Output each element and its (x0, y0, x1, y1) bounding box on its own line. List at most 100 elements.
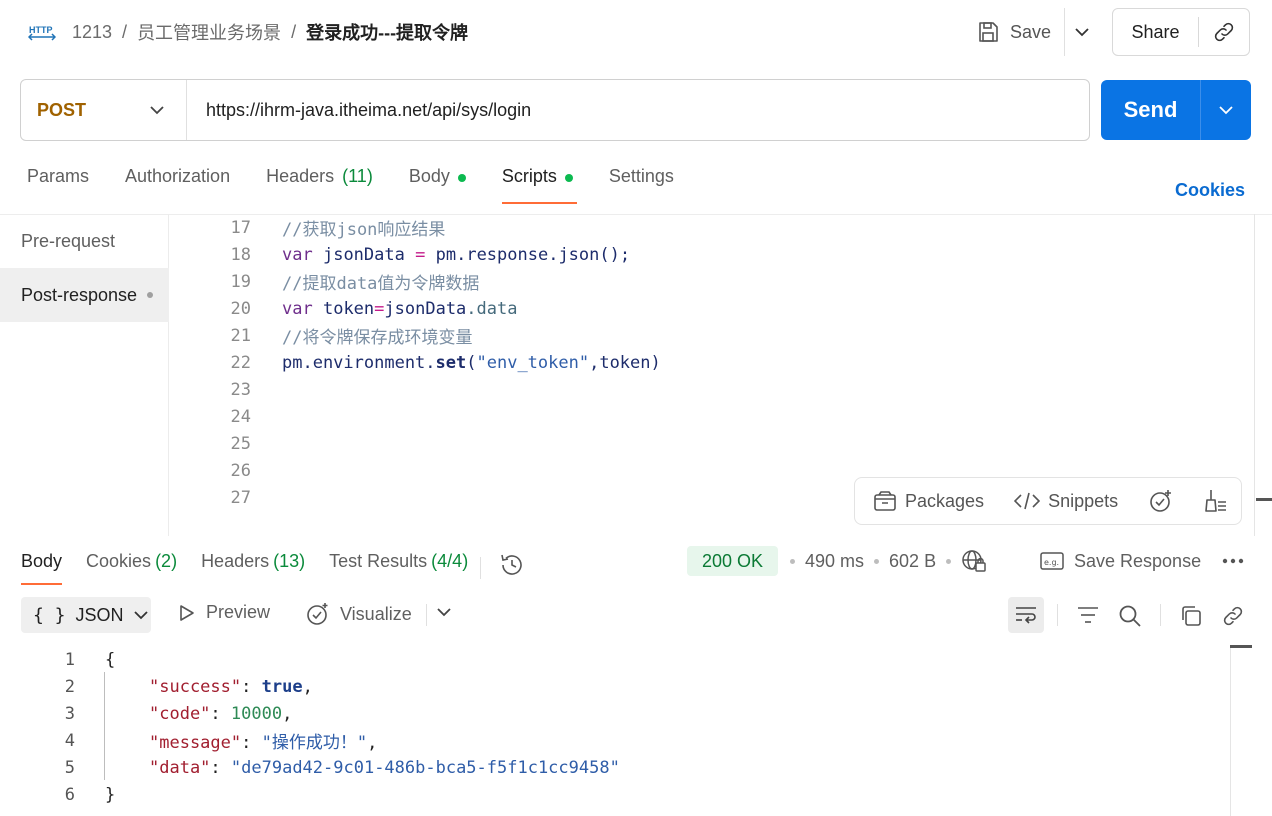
clean-button[interactable] (1202, 488, 1228, 514)
editor-scrollbar-track (1254, 214, 1255, 536)
breadcrumb-collection[interactable]: 1213 (72, 22, 112, 43)
response-scrollbar-track (1230, 646, 1231, 816)
line-number: 17 (230, 217, 251, 238)
response-body-viewer[interactable]: 1{ 2 "success": true, 3 "code": 10000, 4 "m… (0, 646, 1230, 816)
code-token: jsonData (384, 298, 467, 319)
save-button[interactable]: Save (976, 16, 1051, 48)
snippets-label: Snippets (1048, 490, 1119, 511)
save-response-label: Save Response (1074, 550, 1202, 571)
ai-assist-button[interactable] (1148, 488, 1174, 514)
breadcrumb-separator: / (122, 21, 128, 42)
tab-authorization[interactable]: Authorization (125, 166, 230, 204)
line-number: 2 (64, 676, 75, 697)
tab-body[interactable]: Body (409, 166, 466, 204)
svg-text:e.g.: e.g. (1044, 558, 1059, 567)
format-select[interactable]: { } JSON (21, 597, 151, 633)
send-button[interactable]: Send (1101, 80, 1201, 140)
packages-label: Packages (905, 490, 985, 511)
svg-text:HTTP: HTTP (29, 25, 53, 35)
link-icon[interactable] (1221, 604, 1245, 628)
status-badge[interactable]: 200 OK (687, 546, 778, 576)
code-token: jsonData (322, 244, 405, 265)
preview-label: Preview (206, 602, 271, 622)
code-line: 18 var jsonData = pm.response.json(); (170, 241, 631, 268)
url-input[interactable] (187, 80, 1089, 140)
chevron-down-icon[interactable] (436, 606, 452, 618)
copy-link-button[interactable] (1199, 20, 1249, 44)
response-time[interactable]: 490 ms (805, 551, 864, 572)
search-icon[interactable] (1118, 604, 1142, 628)
code-line: 21 //将令牌保存成环境变量 (170, 322, 473, 349)
wrap-lines-button[interactable] (1008, 597, 1044, 633)
line-number: 27 (230, 487, 251, 508)
visualize-button[interactable]: Visualize (306, 602, 412, 626)
json-value: 10000 (230, 703, 283, 724)
response-scrollbar-thumb[interactable] (1230, 645, 1252, 648)
editor-scrollbar-thumb[interactable] (1256, 498, 1272, 501)
line-number: 23 (230, 379, 251, 400)
line-number: 6 (64, 784, 75, 805)
code-line: 5 "data": "de79ad42-9c01-486b-bca5-f5f1c1… (0, 754, 620, 781)
line-number: 1 (64, 649, 75, 670)
code-line: 20 var token=jsonData.data (170, 295, 518, 322)
chevron-down-icon (1219, 106, 1233, 115)
code-token: "env_token" (476, 352, 590, 373)
modified-dot (457, 174, 466, 182)
cookies-link[interactable]: Cookies (1175, 180, 1245, 201)
line-number: 19 (230, 271, 251, 292)
tab-response-headers[interactable]: Headers (13) (201, 547, 305, 585)
code-line: 24 (170, 403, 251, 430)
tab-headers[interactable]: Headers (11) (266, 166, 373, 204)
link-icon (1214, 22, 1234, 42)
method-select[interactable]: POST (21, 80, 187, 140)
copy-icon[interactable] (1179, 604, 1203, 628)
save-response-button[interactable]: e.g. Save Response (1040, 548, 1201, 574)
history-button[interactable] (499, 552, 525, 583)
url-bar: POST (20, 79, 1090, 141)
filter-icon[interactable] (1076, 604, 1100, 626)
share-button[interactable]: Share (1113, 17, 1199, 47)
line-number: 3 (64, 703, 75, 724)
toolbar-divider (1160, 604, 1161, 626)
network-globe-icon[interactable] (961, 548, 987, 574)
code-token: var (282, 244, 313, 265)
send-options-button[interactable] (1201, 80, 1251, 140)
tab-count: (11) (342, 166, 373, 186)
tab-test-results[interactable]: Test Results (4/4) (329, 547, 468, 585)
code-text: "code": 10000, (149, 703, 293, 724)
code-line: 17 //获取json响应结果 (170, 214, 446, 241)
code-line: 19 //提取data值为令牌数据 (170, 268, 480, 295)
more-options-icon[interactable] (1222, 558, 1244, 564)
code-token: .data (466, 298, 518, 319)
modified-dot (564, 174, 573, 182)
http-request-icon: HTTP (28, 25, 56, 41)
packages-button[interactable]: Packages (873, 490, 984, 512)
method-label: POST (37, 99, 87, 120)
ai-assist-icon (1150, 490, 1172, 512)
breadcrumb-folder[interactable]: 员工管理业务场景 (137, 19, 281, 45)
save-icon (979, 22, 998, 42)
package-icon (874, 491, 896, 511)
side-item-pre-request[interactable]: Pre-request (0, 214, 169, 268)
code-text: var jsonData = pm.response.json(); (282, 245, 630, 265)
toolbar-divider (1057, 604, 1058, 626)
tab-settings[interactable]: Settings (609, 166, 674, 204)
side-item-post-response[interactable]: Post-response (0, 268, 169, 322)
tab-response-body[interactable]: Body (21, 547, 63, 585)
line-number: 20 (230, 298, 251, 319)
tab-scripts[interactable]: Scripts (501, 166, 577, 204)
code-text: //提取data值为令牌数据 (282, 274, 480, 294)
snippets-button[interactable]: Snippets (1014, 491, 1118, 512)
tab-response-cookies[interactable]: Cookies (2) (86, 547, 177, 585)
response-tabs: Body Cookies (2) Headers (13) Test Results… (21, 546, 525, 586)
code-text: //获取json响应结果 (282, 220, 446, 240)
visualize-divider (426, 604, 427, 626)
code-token: .response.json(); (456, 244, 631, 265)
request-name[interactable]: 登录成功---提取令牌 (306, 19, 468, 45)
preview-button[interactable]: Preview (178, 602, 270, 623)
tab-params[interactable]: Params (27, 166, 89, 204)
line-number: 18 (230, 244, 251, 265)
tab-count: (13) (273, 551, 306, 571)
response-size[interactable]: 602 B (889, 551, 936, 572)
save-options-button[interactable] (1064, 8, 1098, 56)
